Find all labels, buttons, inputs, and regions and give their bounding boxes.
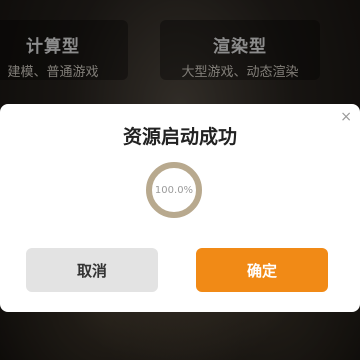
startup-success-dialog: × 资源启动成功 100.0% 取消 确定 xyxy=(0,104,360,312)
dialog-title: 资源启动成功 xyxy=(122,126,237,148)
app-screen: 计算型 建模、普通游戏 渲染型 大型游戏、动态渲染 × 资源启动成功 100.0… xyxy=(0,0,360,360)
progress-ring: 100.0% xyxy=(146,162,202,218)
progress-value: 100.0% xyxy=(154,184,194,196)
confirm-button[interactable]: 确定 xyxy=(196,248,328,292)
cancel-button[interactable]: 取消 xyxy=(26,248,158,292)
